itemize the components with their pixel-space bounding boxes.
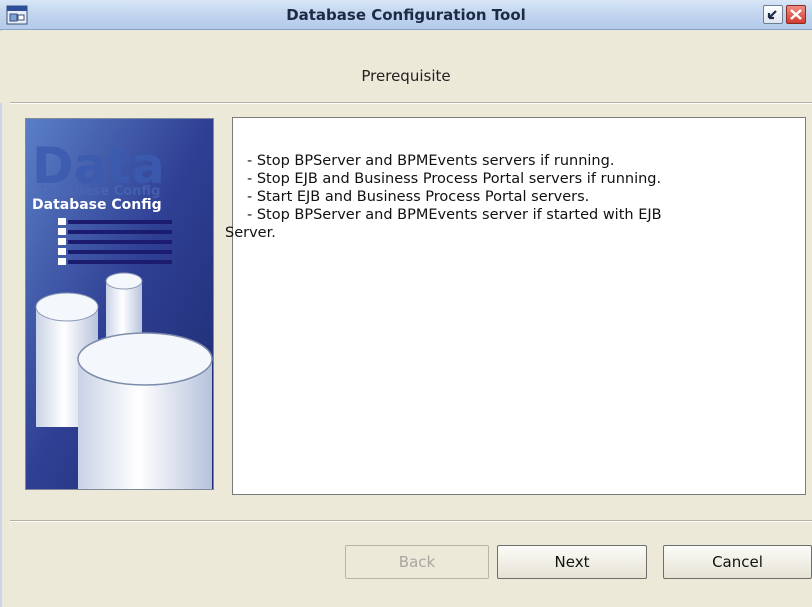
title-bar[interactable]: Database Configuration Tool (0, 0, 812, 30)
prereq-line: Server. (225, 225, 276, 241)
back-button[interactable]: Back (345, 545, 489, 579)
page-subtitle: Prerequisite (361, 67, 451, 85)
header-area: Prerequisite (0, 31, 812, 103)
cancel-button[interactable]: Cancel (663, 545, 812, 579)
header-separator (10, 102, 812, 104)
window-title: Database Configuration Tool (286, 6, 526, 24)
prereq-line: - Stop EJB and Business Process Portal s… (247, 171, 662, 187)
restore-icon (767, 10, 777, 20)
prereq-line: - Stop BPServer and BPMEvents server if … (247, 207, 662, 223)
close-button[interactable] (786, 5, 806, 24)
restore-button[interactable] (763, 5, 783, 24)
prerequisite-text-area[interactable]: - Stop BPServer and BPMEvents servers if… (225, 117, 806, 495)
close-icon (790, 9, 802, 20)
prereq-line: - Start EJB and Business Process Portal … (247, 189, 590, 205)
window-border (0, 30, 2, 607)
side-banner-image: Data Database Config Database Config (25, 118, 214, 490)
next-button[interactable]: Next (497, 545, 647, 579)
banner-caption: Database Config (32, 197, 162, 213)
prereq-line: - Stop BPServer and BPMEvents servers if… (247, 153, 615, 169)
footer-separator (10, 520, 812, 522)
